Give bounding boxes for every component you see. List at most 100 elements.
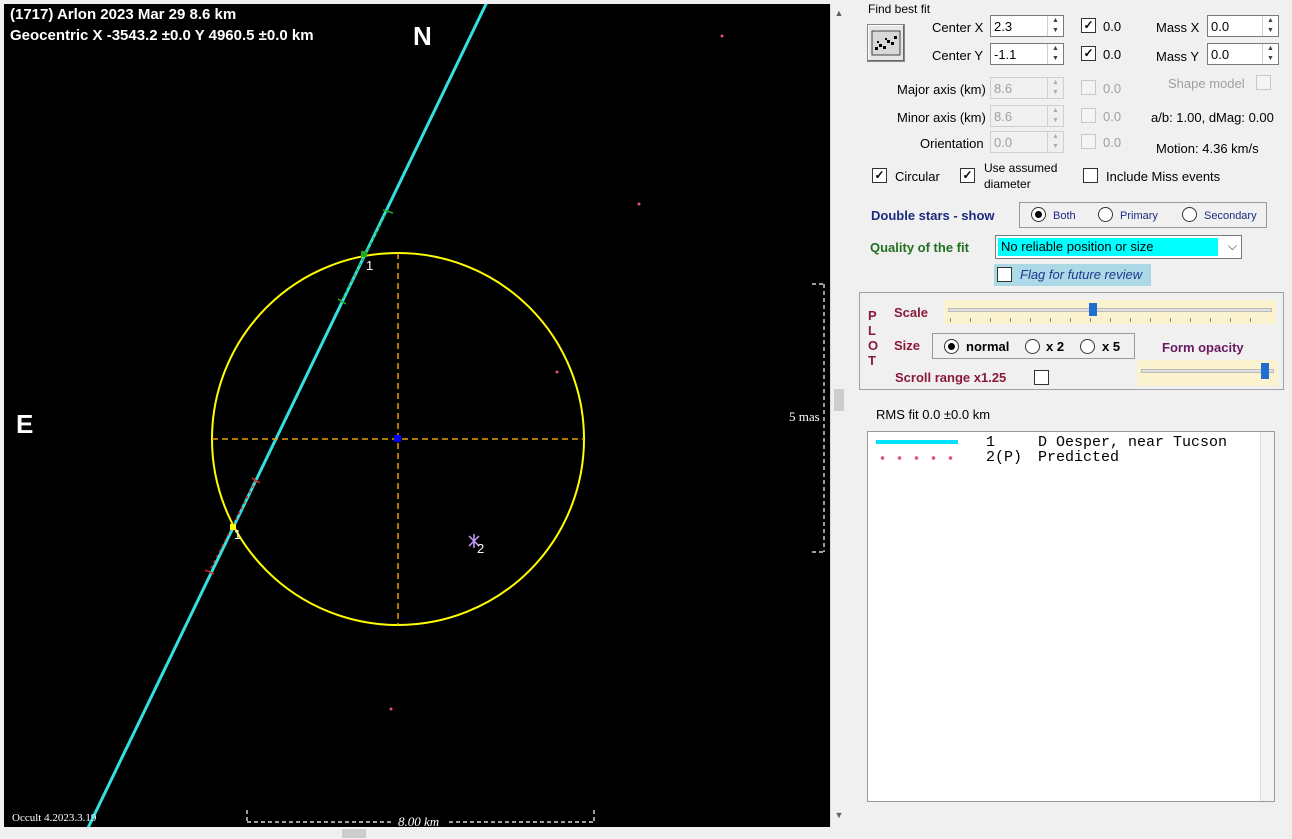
size-normal-label: normal	[966, 339, 1010, 354]
size-normal-radio[interactable]	[944, 339, 959, 354]
plot-group-letters: P L O T	[868, 308, 878, 368]
spin-down-icon[interactable]: ▼	[1048, 116, 1063, 126]
double-stars-secondary-radio[interactable]	[1182, 207, 1197, 222]
spin-up-icon[interactable]: ▲	[1048, 16, 1063, 26]
double-stars-label: Double stars - show	[871, 208, 995, 223]
orientation-checkbox[interactable]	[1081, 134, 1096, 149]
center-x-check-value: 0.0	[1103, 19, 1122, 34]
orientation-input[interactable]: 0.0 ▲ ▼	[990, 131, 1064, 153]
scroll-down-icon[interactable]: ▼	[831, 810, 847, 820]
spin-down-icon[interactable]: ▼	[1263, 26, 1278, 36]
minor-axis-spinner[interactable]: ▲ ▼	[1047, 106, 1063, 126]
spin-down-icon[interactable]: ▼	[1048, 142, 1063, 152]
legend-line-solid	[876, 440, 958, 444]
plot-title-event: (1717) Arlon 2023 Mar 29 8.6 km	[10, 6, 237, 23]
center-x-checkbox[interactable]: ✓	[1081, 18, 1096, 33]
scale-slider[interactable]	[944, 300, 1276, 324]
orientation-spinner[interactable]: ▲ ▼	[1047, 132, 1063, 152]
center-x-value: 2.3	[994, 19, 1013, 34]
double-stars-primary-radio[interactable]	[1098, 207, 1113, 222]
form-opacity-thumb[interactable]	[1261, 363, 1269, 379]
include-miss-checkbox[interactable]	[1083, 168, 1098, 183]
size-x5-radio[interactable]	[1080, 339, 1095, 354]
flag-review-label: Flag for future review	[1020, 267, 1143, 282]
form-opacity-rail	[1141, 369, 1274, 373]
plot-letter-l: L	[868, 323, 876, 338]
minor-axis-input[interactable]: 8.6 ▲ ▼	[990, 105, 1064, 127]
center-x-spinner[interactable]: ▲ ▼	[1047, 16, 1063, 36]
legend-id-2: 2(P)	[986, 449, 1023, 466]
spin-down-icon[interactable]: ▼	[1048, 26, 1063, 36]
mass-y-value: 0.0	[1211, 47, 1230, 62]
mass-y-input[interactable]: 0.0 ▲ ▼	[1207, 43, 1279, 65]
chord-line-1	[86, 4, 488, 827]
center-y-spinner[interactable]: ▲ ▼	[1047, 44, 1063, 64]
size-x5-label: x 5	[1102, 339, 1121, 354]
chevron-down-icon[interactable]: ⌵	[1228, 239, 1237, 254]
spin-down-icon[interactable]: ▼	[1048, 88, 1063, 98]
double-stars-both-radio[interactable]	[1031, 207, 1046, 222]
km-scale-label: 8.00 km	[398, 814, 440, 827]
flag-review-checkbox[interactable]	[997, 267, 1012, 282]
disappearance-marker	[361, 251, 367, 257]
center-y-label: Center Y	[932, 48, 984, 63]
scroll-range-checkbox[interactable]	[1034, 370, 1049, 385]
plot-vertical-scrollbar[interactable]: ▲ ▼	[830, 4, 846, 827]
center-y-checkbox[interactable]: ✓	[1081, 46, 1096, 61]
mass-x-input[interactable]: 0.0 ▲ ▼	[1207, 15, 1279, 37]
spin-up-icon[interactable]: ▲	[1263, 44, 1278, 54]
mass-y-spinner[interactable]: ▲ ▼	[1262, 44, 1278, 64]
major-axis-input[interactable]: 8.6 ▲ ▼	[990, 77, 1064, 99]
observers-legend: 1 D Oesper, near Tucson 2(P) Predicted	[867, 431, 1275, 802]
spin-up-icon[interactable]: ▲	[1048, 106, 1063, 116]
legend-scrollbar[interactable]	[1260, 432, 1274, 801]
north-label: N	[413, 21, 432, 51]
double-stars-both-label: Both	[1053, 210, 1076, 222]
center-y-input[interactable]: -1.1 ▲ ▼	[990, 43, 1064, 65]
version-label: Occult 4.2023.3.19	[12, 812, 97, 824]
vertical-scroll-thumb[interactable]	[834, 389, 844, 411]
spin-down-icon[interactable]: ▼	[1048, 54, 1063, 64]
scroll-up-icon[interactable]: ▲	[831, 8, 847, 18]
mass-y-label: Mass Y	[1156, 49, 1200, 64]
circular-label: Circular	[895, 169, 940, 184]
major-axis-label: Major axis (km)	[897, 82, 986, 97]
major-axis-spinner[interactable]: ▲ ▼	[1047, 78, 1063, 98]
occultation-plot[interactable]: (1717) Arlon 2023 Mar 29 8.6 km Geocentr…	[4, 4, 830, 827]
plot-letter-o: O	[868, 338, 879, 353]
scale-slider-thumb[interactable]	[1089, 303, 1097, 316]
rms-fit-readout: RMS fit 0.0 ±0.0 km	[876, 407, 991, 422]
orientation-check-value: 0.0	[1103, 135, 1122, 150]
center-x-input[interactable]: 2.3 ▲ ▼	[990, 15, 1064, 37]
major-axis-value: 8.6	[994, 81, 1013, 96]
form-opacity-slider[interactable]	[1137, 360, 1278, 386]
size-label: Size	[894, 338, 921, 353]
quality-of-fit-dropdown[interactable]: No reliable position or size ⌵	[995, 235, 1242, 259]
find-best-fit-button[interactable]	[867, 24, 905, 62]
mas-scale-label: 5 mas	[789, 409, 820, 425]
horizontal-scroll-thumb[interactable]	[342, 829, 366, 838]
plot-horizontal-scrollbar[interactable]	[4, 827, 830, 839]
spin-up-icon[interactable]: ▲	[1048, 78, 1063, 88]
fit-chart-icon	[871, 30, 901, 56]
major-axis-checkbox[interactable]	[1081, 80, 1096, 95]
circular-checkbox[interactable]: ✓	[872, 168, 887, 183]
find-best-fit-label: Find best fit	[868, 2, 931, 16]
spin-down-icon[interactable]: ▼	[1263, 54, 1278, 64]
spin-up-icon[interactable]: ▲	[1048, 44, 1063, 54]
size-x2-radio[interactable]	[1025, 339, 1040, 354]
scale-slider-ticks	[950, 318, 1270, 322]
minor-axis-checkbox[interactable]	[1081, 108, 1096, 123]
mass-x-value: 0.0	[1211, 19, 1230, 34]
use-assumed-label-line2: diameter	[984, 177, 1031, 191]
double-stars-primary-label: Primary	[1120, 210, 1158, 222]
shape-model-checkbox[interactable]	[1256, 75, 1271, 90]
use-assumed-diameter-checkbox[interactable]: ✓	[960, 168, 975, 183]
scale-slider-rail	[948, 308, 1272, 312]
minor-axis-check-value: 0.0	[1103, 109, 1122, 124]
mass-x-spinner[interactable]: ▲ ▼	[1262, 16, 1278, 36]
predicted-dot	[555, 370, 559, 374]
include-miss-label: Include Miss events	[1106, 169, 1221, 184]
spin-up-icon[interactable]: ▲	[1263, 16, 1278, 26]
spin-up-icon[interactable]: ▲	[1048, 132, 1063, 142]
